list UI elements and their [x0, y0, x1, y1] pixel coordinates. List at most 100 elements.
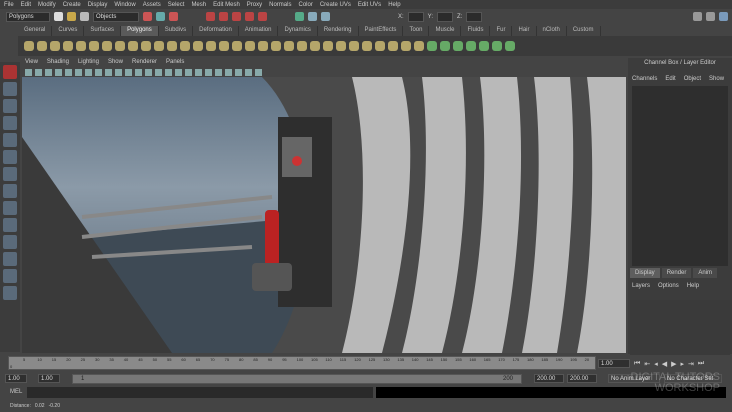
panel-tool-icon[interactable] [255, 68, 262, 76]
panel-tool-icon[interactable] [85, 68, 92, 76]
panel-tool-icon[interactable] [185, 68, 192, 76]
panel-tool-icon[interactable] [105, 68, 112, 76]
outliner-layout-icon[interactable] [3, 269, 17, 283]
shelf-tool-icon[interactable] [180, 41, 190, 51]
playback-end-field[interactable]: 200.00 [534, 374, 564, 383]
z-field[interactable] [466, 11, 483, 22]
move-tool-icon[interactable] [3, 116, 17, 130]
save-scene-icon[interactable] [80, 12, 89, 21]
shelf-tab-ncloth[interactable]: nCloth [537, 26, 567, 36]
shelf-tool-icon[interactable] [167, 41, 177, 51]
selection-mode-dropdown[interactable]: Objects [93, 11, 139, 22]
step-forward-key-icon[interactable]: ⇥ [688, 360, 694, 368]
menu-select[interactable]: Select [168, 2, 185, 8]
snap-point-icon[interactable] [232, 12, 241, 21]
current-time-field[interactable]: 1.00 [598, 359, 630, 368]
shelf-tab-curves[interactable]: Curves [52, 26, 85, 36]
shelf-tool-icon[interactable] [128, 41, 138, 51]
panel-menu-view[interactable]: View [25, 59, 38, 67]
panel-tool-icon[interactable] [35, 68, 42, 76]
shelf-tool-icon[interactable] [102, 41, 112, 51]
y-field[interactable] [437, 11, 454, 22]
snap-curve-icon[interactable] [219, 12, 228, 21]
shelf-tool-icon[interactable] [63, 41, 73, 51]
menu-file[interactable]: File [4, 2, 14, 8]
shelf-tool-icon[interactable] [375, 41, 385, 51]
lasso-tool-icon[interactable] [3, 82, 17, 96]
panel-menu-shading[interactable]: Shading [47, 59, 69, 67]
panel-tool-icon[interactable] [55, 68, 62, 76]
select-hierarchy-icon[interactable] [143, 12, 152, 21]
shelf-tool-icon[interactable] [310, 41, 320, 51]
shelf-tool-icon[interactable] [388, 41, 398, 51]
play-backward-icon[interactable]: ◀ [662, 360, 667, 368]
layer-menu-layers[interactable]: Layers [632, 283, 650, 289]
shelf-tab-custom[interactable]: Custom [567, 26, 601, 36]
ipr-icon[interactable] [321, 12, 330, 21]
shelf-tool-icon[interactable] [258, 41, 268, 51]
panel-tool-icon[interactable] [165, 68, 172, 76]
shelf-tool-icon[interactable] [89, 41, 99, 51]
snap-live-icon[interactable] [258, 12, 267, 21]
viewport-perspective[interactable] [22, 77, 626, 353]
shelf-tool-icon[interactable] [323, 41, 333, 51]
shelf-tool-icon[interactable] [141, 41, 151, 51]
time-slider[interactable]: 0 5 10 15 20 25 30 35 40 45 50 55 60 65 70 75 80 85 90 95 10… [8, 356, 596, 370]
paint-select-icon[interactable] [3, 99, 17, 113]
menu-create[interactable]: Create [63, 2, 81, 8]
menu-help[interactable]: Help [388, 2, 400, 8]
shelf-tool-icon[interactable] [362, 41, 372, 51]
shelf-tab-polygons[interactable]: Polygons [121, 26, 159, 36]
shelf-tool-icon[interactable] [50, 41, 60, 51]
range-slider[interactable]: 1 200 [72, 374, 522, 384]
channel-box-icon[interactable] [719, 12, 728, 21]
shelf-tool-icon[interactable] [401, 41, 411, 51]
tool-settings-icon[interactable] [706, 12, 715, 21]
shelf-tab-animation[interactable]: Animation [239, 26, 279, 36]
panel-tool-icon[interactable] [115, 68, 122, 76]
menu-color[interactable]: Color [298, 2, 312, 8]
menu-modify[interactable]: Modify [38, 2, 56, 8]
shelf-tab-dynamics[interactable]: Dynamics [278, 26, 318, 36]
panel-tool-icon[interactable] [225, 68, 232, 76]
manipulator-icon[interactable] [3, 167, 17, 181]
shelf-tool-icon[interactable] [492, 41, 502, 51]
shelf-tool-icon[interactable] [349, 41, 359, 51]
layer-tab-anim[interactable]: Anim [693, 268, 718, 278]
rotate-tool-icon[interactable] [3, 133, 17, 147]
render-icon[interactable] [308, 12, 317, 21]
channel-menu-show[interactable]: Show [709, 76, 724, 82]
menu-set-dropdown[interactable]: Polygons [6, 11, 50, 22]
panel-tool-icon[interactable] [195, 68, 202, 76]
channel-menu-object[interactable]: Object [684, 76, 701, 82]
panel-menu-lighting[interactable]: Lighting [78, 59, 99, 67]
shelf-tool-icon[interactable] [453, 41, 463, 51]
shelf-tool-icon[interactable] [297, 41, 307, 51]
panel-tool-icon[interactable] [125, 68, 132, 76]
channel-menu-channels[interactable]: Channels [632, 76, 657, 82]
shelf-tool-icon[interactable] [206, 41, 216, 51]
shelf-tab-deformation[interactable]: Deformation [193, 26, 239, 36]
channel-menu-edit[interactable]: Edit [665, 76, 675, 82]
menu-mesh[interactable]: Mesh [191, 2, 206, 8]
shelf-tool-icon[interactable] [24, 41, 34, 51]
shelf-tab-fur[interactable]: Fur [490, 26, 513, 36]
shelf-tab-fluids[interactable]: Fluids [461, 26, 491, 36]
panel-tool-icon[interactable] [25, 68, 32, 76]
shelf-tool-icon[interactable] [284, 41, 294, 51]
panel-tool-icon[interactable] [235, 68, 242, 76]
play-forward-icon[interactable]: ▶ [671, 360, 676, 368]
shelf-tab-general[interactable]: General [18, 26, 53, 36]
playback-start-field[interactable]: 1.00 [38, 374, 60, 383]
soft-mod-icon[interactable] [3, 184, 17, 198]
menu-proxy[interactable]: Proxy [247, 2, 262, 8]
menu-normals[interactable]: Normals [269, 2, 291, 8]
menu-create-uvs[interactable]: Create UVs [320, 2, 351, 8]
last-tool-icon[interactable] [3, 201, 17, 215]
history-icon[interactable] [295, 12, 304, 21]
shelf-tab-toon[interactable]: Toon [403, 26, 430, 36]
shelf-tool-icon[interactable] [232, 41, 242, 51]
shelf-tab-subdivs[interactable]: Subdivs [159, 26, 194, 36]
shelf-tab-painteffects[interactable]: PaintEffects [359, 26, 404, 36]
shelf-tool-icon[interactable] [336, 41, 346, 51]
